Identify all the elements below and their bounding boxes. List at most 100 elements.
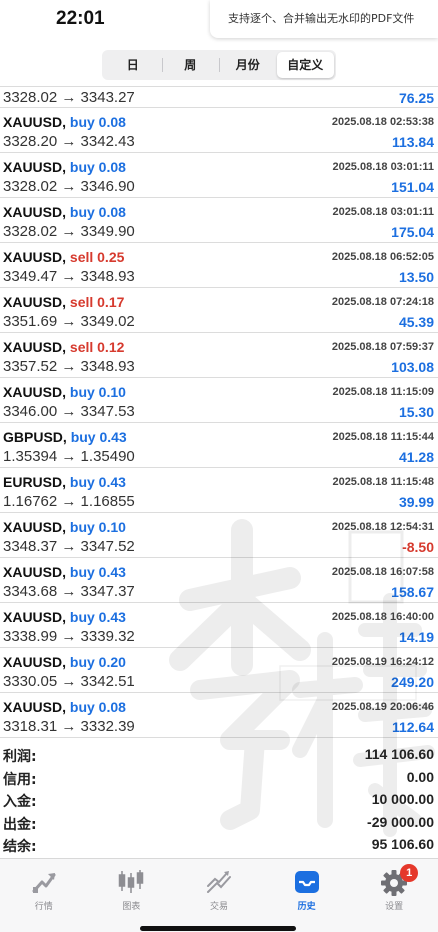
trade-row[interactable]: XAUUSD, buy 0.08 2025.08.18 03:01:11 3328.… (0, 198, 438, 243)
trade-profit: 113.84 (391, 134, 434, 150)
trade-row[interactable]: XAUUSD, sell 0.25 2025.08.18 06:52:05 3349… (0, 243, 438, 288)
period-month-tab[interactable]: 月份 (219, 52, 277, 78)
summary-credit-row: 信用: 0.00 (3, 768, 434, 788)
trade-time: 2025.08.18 02:53:38 (331, 116, 434, 128)
trade-symbol: XAUUSD, (3, 519, 67, 535)
tab-chart[interactable]: 图表 (88, 859, 176, 932)
trade-symbol-line: XAUUSD, buy 0.08 (3, 699, 126, 715)
trade-row[interactable]: XAUUSD, buy 0.43 2025.08.18 16:40:00 3338.… (0, 603, 438, 648)
trade-prices: 3328.02 → 3346.90 (3, 178, 135, 195)
trade-profit: 175.04 (391, 224, 434, 240)
trade-time: 2025.08.18 07:24:18 (331, 296, 434, 308)
trade-profit: 151.04 (391, 179, 434, 195)
tab-quotes[interactable]: 行情 (0, 859, 88, 932)
trade-symbol: XAUUSD, (3, 339, 67, 355)
bottom-tab-bar: 行情 图表 交易 历史 1 设置 (0, 858, 438, 932)
trade-symbol-line: XAUUSD, buy 0.08 (3, 159, 126, 175)
trade-prices: 3318.31 → 3332.39 (3, 718, 135, 735)
trade-symbol: XAUUSD, (3, 609, 67, 625)
trade-symbol-line: GBPUSD, buy 0.43 (3, 429, 127, 445)
trade-symbol-line: XAUUSD, buy 0.08 (3, 204, 126, 220)
trade-prices: 3346.00 → 3347.53 (3, 403, 135, 420)
trade-profit: 15.30 (398, 404, 434, 420)
trade-side-volume: buy 0.08 (69, 699, 126, 715)
trade-profit: 14.19 (398, 629, 434, 645)
trade-profit: 39.99 (398, 494, 434, 510)
trade-side-volume: buy 0.43 (69, 564, 126, 580)
trade-symbol: XAUUSD, (3, 699, 67, 715)
trade-prices: 3349.47 → 3348.93 (3, 268, 135, 285)
trade-profit: 249.20 (391, 674, 434, 690)
trade-symbol-line: XAUUSD, buy 0.20 (3, 654, 126, 670)
trade-symbol-line: EURUSD, buy 0.43 (3, 474, 126, 490)
period-custom-tab[interactable]: 自定义 (276, 52, 334, 78)
trade-symbol-line: XAUUSD, buy 0.08 (3, 114, 126, 130)
tab-history[interactable]: 历史 (263, 859, 351, 932)
trade-icon (206, 871, 231, 893)
trade-symbol-line: XAUUSD, sell 0.12 (3, 339, 124, 355)
trade-side-volume: buy 0.08 (69, 114, 126, 130)
trade-row[interactable]: XAUUSD, buy 0.43 2025.08.18 16:07:58 3343.… (0, 558, 438, 603)
trade-row[interactable]: XAUUSD, buy 0.08 2025.08.18 02:53:38 3328.… (0, 108, 438, 153)
trade-row[interactable]: XAUUSD, sell 0.17 2025.08.18 07:24:18 3351… (0, 288, 438, 333)
trade-row[interactable]: GBPUSD, buy 0.43 2025.08.18 11:15:44 1.353… (0, 423, 438, 468)
trade-row[interactable]: XAUUSD, buy 0.20 2025.08.19 16:24:12 3330.… (0, 648, 438, 693)
trade-symbol-line: XAUUSD, buy 0.43 (3, 564, 126, 580)
trade-profit: -8.50 (402, 539, 434, 555)
trade-row[interactable]: XAUUSD, buy 0.10 2025.08.18 12:54:31 3348.… (0, 513, 438, 558)
trade-prices: 3328.02 → 3343.27 (3, 89, 135, 106)
trade-prices: 3330.05 → 3342.51 (3, 673, 135, 690)
trade-prices: 3357.52 → 3348.93 (3, 358, 135, 375)
trade-row-partial[interactable]: 3328.02 → 3343.27 76.25 (0, 86, 438, 108)
trade-prices: 1.16762 → 1.16855 (3, 493, 135, 510)
summary-withdrawal-row: 出金: -29 000.00 (3, 813, 434, 833)
trade-symbol-line: XAUUSD, buy 0.43 (3, 609, 126, 625)
trade-symbol: XAUUSD, (3, 114, 67, 130)
trade-time: 2025.08.18 06:52:05 (331, 251, 434, 263)
trade-side-volume: buy 0.10 (69, 519, 126, 535)
trade-row[interactable]: XAUUSD, buy 0.10 2025.08.18 11:15:09 3346.… (0, 378, 438, 423)
trade-symbol: XAUUSD, (3, 249, 67, 265)
tab-trade[interactable]: 交易 (175, 859, 263, 932)
trade-profit: 45.39 (398, 314, 434, 330)
trade-symbol-line: XAUUSD, sell 0.25 (3, 249, 124, 265)
trade-side-volume: buy 0.10 (69, 384, 126, 400)
home-indicator (140, 926, 296, 931)
period-week-tab[interactable]: 周 (161, 52, 220, 78)
history-icon (294, 871, 319, 893)
summary-profit-row: 利润: 114 106.60 (3, 746, 434, 765)
trade-symbol: GBPUSD, (3, 429, 67, 445)
settings-notification-badge: 1 (400, 864, 419, 882)
tab-settings[interactable]: 1 设置 (350, 859, 438, 932)
trade-time: 2025.08.19 20:06:46 (331, 701, 434, 713)
trade-symbol: XAUUSD, (3, 564, 67, 580)
trade-time: 2025.08.18 16:40:00 (331, 611, 434, 623)
trade-time: 2025.08.18 11:15:44 (332, 431, 434, 443)
trade-history-list: 3328.02 → 3343.27 76.25 XAUUSD, buy 0.08… (0, 86, 438, 738)
trade-symbol: XAUUSD, (3, 384, 67, 400)
trade-side-volume: sell 0.25 (69, 249, 125, 265)
status-time: 22:01 (56, 8, 105, 29)
trade-row[interactable]: EURUSD, buy 0.43 2025.08.18 11:15:48 1.167… (0, 468, 438, 513)
period-segmented-control: 日 周 月份 自定义 (102, 50, 336, 80)
trade-time: 2025.08.19 16:24:12 (331, 656, 434, 668)
trade-symbol-line: XAUUSD, buy 0.10 (3, 384, 126, 400)
trade-prices: 3338.99 → 3339.32 (3, 628, 135, 645)
summary-balance-row: 结余: 95 106.60 (3, 836, 434, 855)
trade-row[interactable]: XAUUSD, buy 0.08 2025.08.18 03:01:11 3328.… (0, 153, 438, 198)
trade-prices: 3348.37 → 3347.52 (3, 538, 135, 555)
trade-row[interactable]: XAUUSD, sell 0.12 2025.08.18 07:59:37 3357… (0, 333, 438, 378)
trade-symbol: EURUSD, (3, 474, 67, 490)
trade-side-volume: buy 0.43 (70, 429, 127, 445)
trade-symbol: XAUUSD, (3, 654, 67, 670)
trade-prices: 1.35394 → 1.35490 (3, 448, 135, 465)
pdf-notification-banner[interactable]: 支持逐个、合并输出无水印的PDF文件 (210, 0, 438, 38)
trade-profit: 76.25 (398, 90, 434, 106)
trade-side-volume: sell 0.17 (69, 294, 125, 310)
trade-symbol-line: XAUUSD, sell 0.17 (3, 294, 124, 310)
trade-side-volume: buy 0.43 (69, 474, 126, 490)
trade-prices: 3328.02 → 3349.90 (3, 223, 135, 240)
period-day-tab[interactable]: 日 (104, 52, 162, 78)
trade-row[interactable]: XAUUSD, buy 0.08 2025.08.19 20:06:46 3318.… (0, 693, 438, 738)
trade-side-volume: sell 0.12 (69, 339, 125, 355)
